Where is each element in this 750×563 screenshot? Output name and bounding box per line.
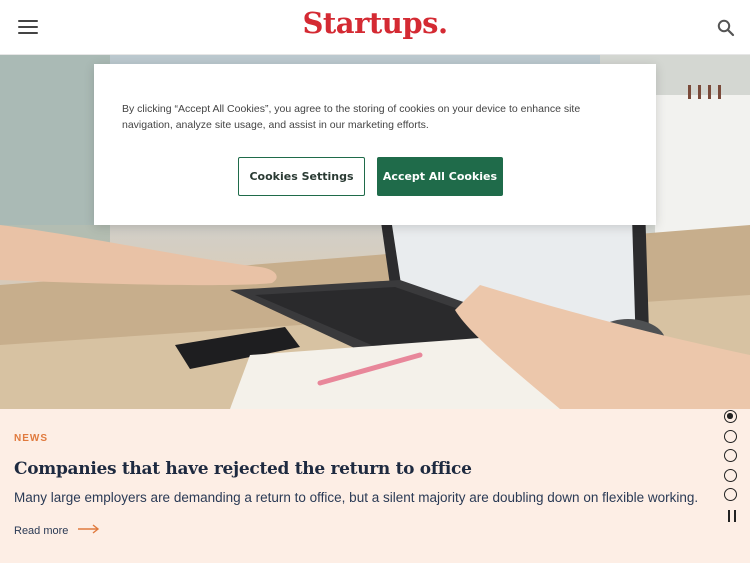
site-header: Startups. <box>0 0 750 55</box>
accept-all-cookies-button[interactable]: Accept All Cookies <box>377 157 503 196</box>
arrow-right-icon <box>78 524 100 537</box>
article-headline[interactable]: Companies that have rejected the return … <box>14 459 472 479</box>
article-card[interactable]: NEWS Companies that have rejected the re… <box>0 409 750 563</box>
read-more-link[interactable]: Read more <box>14 524 100 537</box>
site-logo[interactable]: Startups. <box>0 6 750 40</box>
carousel-dot-1[interactable] <box>724 410 737 423</box>
carousel-dot-4[interactable] <box>724 468 737 482</box>
carousel-dot-3[interactable] <box>724 449 737 463</box>
cookie-consent-dialog: By clicking “Accept All Cookies”, you ag… <box>94 64 656 225</box>
article-category: NEWS <box>14 433 48 444</box>
carousel-dot-5[interactable] <box>724 488 737 502</box>
carousel-indicators <box>724 410 740 508</box>
pause-icon[interactable] <box>727 510 737 522</box>
cookies-settings-button[interactable]: Cookies Settings <box>238 157 365 196</box>
search-icon[interactable] <box>716 18 736 38</box>
read-more-label: Read more <box>14 524 69 537</box>
cookie-consent-message: By clicking “Accept All Cookies”, you ag… <box>122 103 581 131</box>
carousel-dot-2[interactable] <box>724 429 737 443</box>
article-summary: Many large employers are demanding a ret… <box>14 490 699 505</box>
